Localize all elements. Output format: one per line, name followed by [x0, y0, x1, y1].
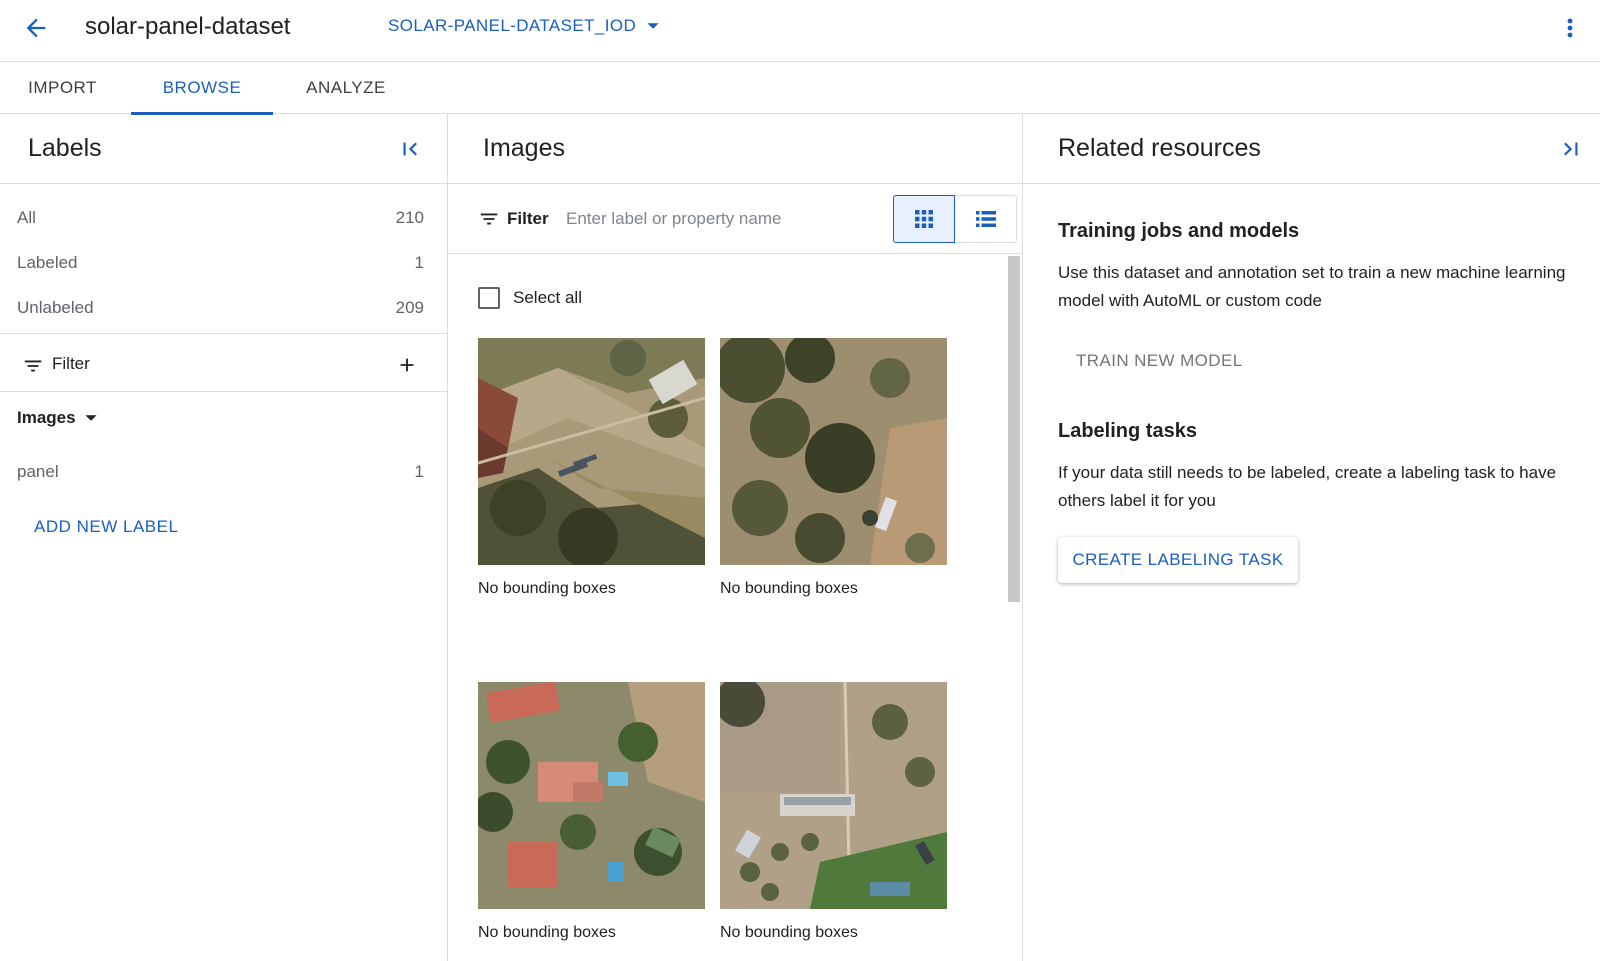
plus-icon: [400, 358, 414, 372]
label-row-unlabeled[interactable]: Unlabeled 209: [0, 286, 447, 330]
images-panel-title: Images: [483, 134, 565, 162]
view-mode-toggle: [893, 195, 1017, 243]
app-header: solar-panel-dataset SOLAR-PANEL-DATASET_…: [0, 0, 1600, 62]
aerial-image: [478, 682, 705, 909]
collapse-related-button[interactable]: [1555, 133, 1587, 165]
images-label-group-toggle[interactable]: Images: [17, 408, 98, 428]
labeling-section-title: Labeling tasks: [1058, 420, 1197, 442]
panel-divider-right: [1022, 114, 1023, 961]
arrow-back-icon: [26, 18, 46, 38]
list-view-button[interactable]: [955, 195, 1017, 243]
label-row-count: 1: [414, 253, 424, 272]
related-panel-title: Related resources: [1058, 134, 1261, 162]
label-row-labeled[interactable]: Labeled 1: [0, 241, 447, 285]
label-row-name: panel: [17, 462, 59, 481]
add-new-label-button[interactable]: ADD NEW LABEL: [34, 517, 178, 537]
checkbox[interactable]: [478, 287, 500, 309]
images-filter-input[interactable]: [566, 205, 876, 233]
train-new-model-button[interactable]: TRAIN NEW MODEL: [1059, 340, 1260, 382]
image-thumbnail[interactable]: [720, 682, 947, 909]
images-panel-header: Images: [448, 114, 1022, 184]
training-section-description: Use this dataset and annotation set to t…: [1058, 263, 1566, 310]
divider: [0, 391, 447, 392]
label-row-name: All: [17, 208, 36, 227]
labeling-section-description: If your data still needs to be labeled, …: [1058, 463, 1557, 510]
label-row-panel[interactable]: panel 1: [0, 450, 447, 494]
label-row-count: 210: [395, 208, 424, 227]
label-row-name: Unlabeled: [17, 298, 94, 317]
grid-view-icon: [915, 210, 933, 228]
tab-bar: IMPORT BROWSE ANALYZE: [0, 62, 1600, 115]
aerial-image: [720, 338, 947, 565]
label-row-count: 1: [414, 462, 424, 481]
caret-down-icon: [84, 415, 97, 421]
image-caption: No bounding boxes: [478, 580, 616, 597]
label-row-count: 209: [395, 298, 424, 317]
annotation-set-label: SOLAR-PANEL-DATASET_IOD: [388, 16, 637, 35]
labels-panel-title: Labels: [28, 134, 102, 162]
training-section-title: Training jobs and models: [1058, 220, 1300, 242]
last-page-icon: [1564, 142, 1578, 156]
labels-filter-label: Filter: [52, 354, 90, 373]
back-button[interactable]: [18, 10, 54, 46]
labels-filter-row: Filter: [0, 340, 447, 390]
more-options-button[interactable]: [1554, 10, 1586, 46]
aerial-image: [720, 682, 947, 909]
annotation-set-dropdown[interactable]: SOLAR-PANEL-DATASET_IOD: [388, 16, 660, 36]
label-row-all[interactable]: All 210: [0, 196, 447, 240]
tab-browse[interactable]: BROWSE: [131, 62, 273, 115]
filter-list-icon: [480, 213, 498, 225]
tab-import[interactable]: IMPORT: [0, 62, 125, 114]
image-thumbnail[interactable]: [478, 682, 705, 909]
caret-down-icon: [647, 23, 659, 29]
image-thumbnail[interactable]: [478, 338, 705, 565]
images-scrollbar[interactable]: [1008, 256, 1020, 602]
divider: [0, 333, 447, 334]
aerial-image: [478, 338, 705, 565]
grid-view-button[interactable]: [893, 195, 955, 243]
select-all-checkbox[interactable]: Select all: [478, 287, 582, 309]
add-filter-button[interactable]: [391, 349, 423, 381]
image-thumbnail[interactable]: [720, 338, 947, 565]
select-all-label: Select all: [513, 288, 582, 307]
image-caption: No bounding boxes: [720, 580, 858, 597]
image-caption: No bounding boxes: [478, 924, 616, 941]
images-filter-label: Filter: [507, 209, 549, 228]
collapse-labels-button[interactable]: [394, 133, 426, 165]
label-row-name: Labeled: [17, 253, 78, 272]
filter-list-icon: [24, 360, 42, 372]
tab-analyze[interactable]: ANALYZE: [282, 62, 410, 114]
labels-panel-header: Labels: [0, 114, 447, 184]
dataset-title: solar-panel-dataset: [85, 13, 291, 40]
first-page-icon: [403, 142, 417, 156]
more-vert-icon: [1567, 18, 1573, 38]
image-caption: No bounding boxes: [720, 924, 858, 941]
create-labeling-task-button[interactable]: CREATE LABELING TASK: [1058, 537, 1298, 583]
list-view-icon: [976, 211, 996, 227]
related-panel-header: Related resources: [1023, 114, 1600, 184]
images-group-label: Images: [17, 408, 76, 427]
